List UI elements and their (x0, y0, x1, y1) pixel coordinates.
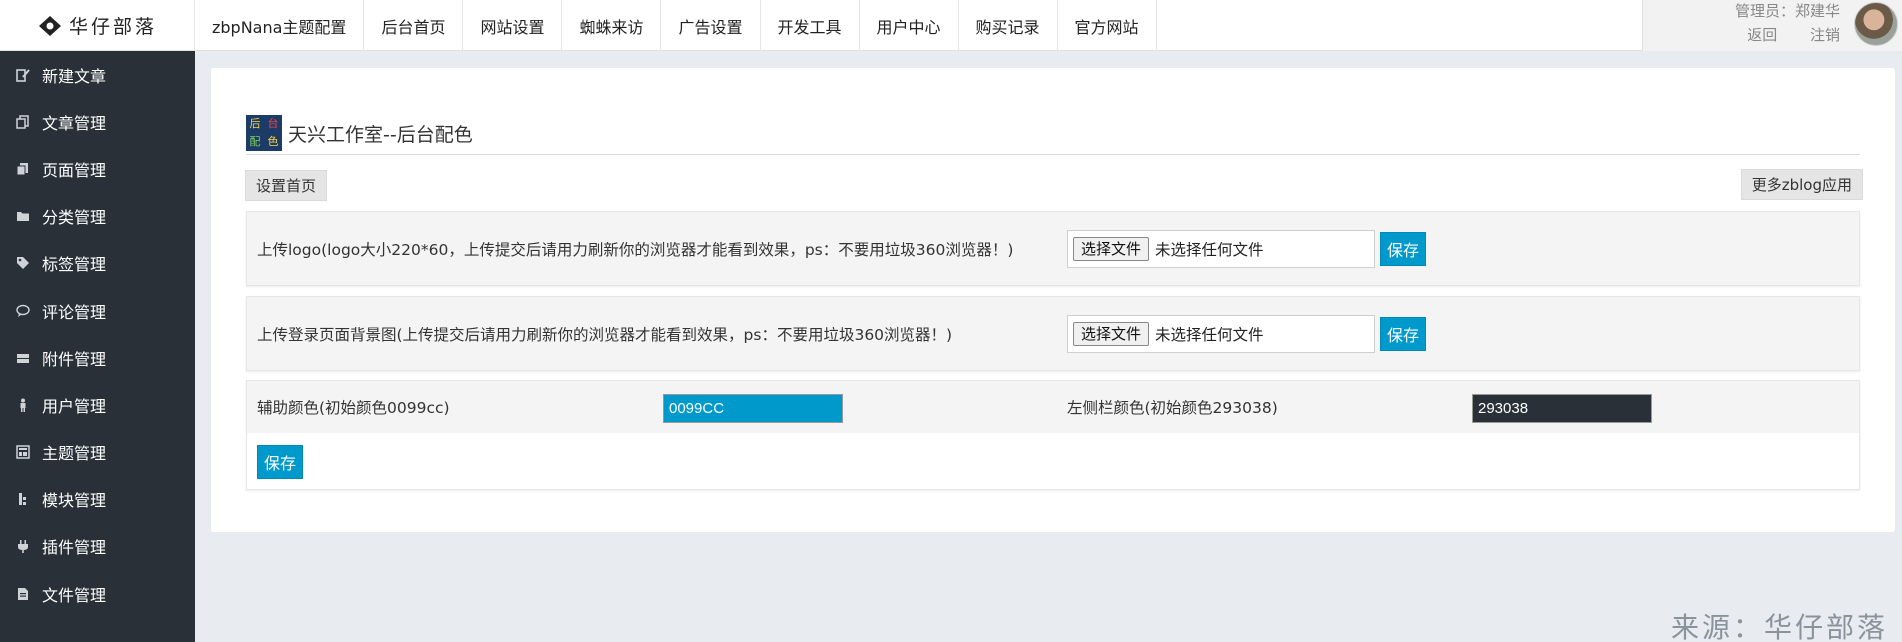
choose-file-button[interactable]: 选择文件 (1073, 321, 1150, 346)
sidebar-item-label: 主题管理 (42, 444, 107, 464)
studio-logo-char: 台 (267, 117, 279, 130)
nav-item-admin-home[interactable]: 后台首页 (364, 0, 464, 51)
save-logo-button[interactable]: 保存 (1380, 231, 1427, 266)
nav-item-dev-tools[interactable]: 开发工具 (761, 0, 860, 51)
edit-icon (16, 68, 30, 82)
save-colors-button[interactable]: 保存 (257, 445, 304, 479)
nav-item-ad-settings[interactable]: 广告设置 (661, 0, 761, 51)
sidebar-item-label: 页面管理 (42, 160, 107, 180)
logo-text: 华仔部落 (68, 16, 157, 38)
sidebar-color-input[interactable]: 293038 (1472, 394, 1652, 423)
upload-logo-label: 上传logo(logo大小220*60，上传提交后请用力刷新你的浏览器才能看到效… (257, 240, 1014, 259)
studio-logo-char: 后 (249, 117, 261, 130)
nav-item-spider-visits[interactable]: 蜘蛛来访 (562, 0, 662, 51)
sidebar-item-label: 模块管理 (42, 491, 107, 511)
sidebar-item-category-manage[interactable]: 分类管理 (0, 193, 195, 240)
documents-icon (16, 115, 30, 129)
sidebar-item-attachment-manage[interactable]: 附件管理 (0, 334, 195, 381)
back-link[interactable]: 返回 (1747, 26, 1777, 44)
bg-file-input[interactable]: 选择文件 未选择任何文件 (1067, 314, 1375, 353)
upload-logo-card: 上传logo(logo大小220*60，上传提交后请用力刷新你的浏览器才能看到效… (246, 211, 1860, 286)
sidebar-item-module-manage[interactable]: 模块管理 (0, 476, 195, 523)
top-nav: zbpNana主题配置 后台首页 网站设置 蜘蛛来访 广告设置 开发工具 用户中… (195, 0, 1157, 51)
sidebar-item-label: 文章管理 (42, 113, 107, 133)
sidebar-item-label: 新建文章 (42, 66, 107, 86)
color-row: 辅助颜色(初始颜色0099cc) 0099CC 左侧栏颜色(初始颜色293038… (247, 381, 1859, 433)
studio-logo: 后 台 配 色 (246, 115, 282, 151)
plugin-icon (16, 539, 30, 554)
hdd-icon (16, 351, 30, 365)
more-zblog-apps-button[interactable]: 更多zblog应用 (1740, 169, 1863, 200)
file-status: 未选择任何文件 (1155, 240, 1264, 259)
user-area: 管理员：郑建华 返回 注销 (1642, 0, 1902, 51)
admin-label: 管理员：郑建华 (1734, 2, 1840, 20)
upload-bg-label: 上传登录页面背景图(上传提交后请用力刷新你的浏览器才能看到效果，ps：不要用垃圾… (257, 325, 953, 344)
aux-color-input[interactable]: 0099CC (663, 394, 843, 423)
color-settings-card: 辅助颜色(初始颜色0099cc) 0099CC 左侧栏颜色(初始颜色293038… (246, 380, 1860, 490)
avatar[interactable] (1854, 2, 1898, 46)
module-icon (16, 492, 30, 506)
sidebar-item-file-manage[interactable]: 文件管理 (0, 570, 195, 617)
sidebar-item-article-manage[interactable]: 文章管理 (0, 98, 195, 145)
studio-logo-char: 配 (249, 135, 261, 148)
logout-link[interactable]: 注销 (1810, 26, 1840, 44)
settings-home-button[interactable]: 设置首页 (245, 170, 328, 201)
folder-icon (16, 209, 30, 223)
sidebar-item-comment-manage[interactable]: 评论管理 (0, 287, 195, 334)
studio-logo-char: 色 (267, 135, 279, 148)
sidebar-item-new-article[interactable]: 新建文章 (0, 51, 195, 98)
page-title: 天兴工作室--后台配色 (288, 123, 473, 146)
nav-item-purchase-records[interactable]: 购买记录 (959, 0, 1058, 51)
sidebar-item-label: 文件管理 (42, 585, 107, 605)
nav-item-user-center[interactable]: 用户中心 (860, 0, 959, 51)
tag-icon (16, 256, 30, 270)
sidebar-color-label: 左侧栏颜色(初始颜色293038) (1067, 399, 1278, 417)
sidebar-item-label: 标签管理 (42, 255, 107, 275)
file-icon (16, 587, 30, 601)
sidebar-item-theme-manage[interactable]: 主题管理 (0, 429, 195, 476)
nav-item-official-site[interactable]: 官方网站 (1058, 0, 1157, 51)
aux-color-label: 辅助颜色(初始颜色0099cc) (257, 399, 450, 417)
sidebar: 新建文章 文章管理 页面管理 分类管理 标签管理 评论管理 附件管理 用户管理 … (0, 51, 195, 642)
page-header: 后 台 配 色 天兴工作室--后台配色 (246, 112, 1860, 155)
choose-file-button[interactable]: 选择文件 (1073, 236, 1150, 261)
brand-logo[interactable]: 华仔部落 (0, 0, 195, 51)
logo-file-input[interactable]: 选择文件 未选择任何文件 (1067, 229, 1375, 268)
sidebar-item-tag-manage[interactable]: 标签管理 (0, 240, 195, 287)
logo-diamond-icon (37, 13, 63, 39)
nav-item-theme-config[interactable]: zbpNana主题配置 (195, 0, 365, 51)
pages-icon (16, 162, 30, 176)
upload-bg-card: 上传登录页面背景图(上传提交后请用力刷新你的浏览器才能看到效果，ps：不要用垃圾… (246, 296, 1860, 371)
comment-icon (16, 304, 30, 318)
sidebar-item-plugin-manage[interactable]: 插件管理 (0, 523, 195, 570)
theme-icon (16, 445, 30, 459)
top-bar: 华仔部落 zbpNana主题配置 后台首页 网站设置 蜘蛛来访 广告设置 开发工… (0, 0, 1902, 51)
sidebar-item-label: 附件管理 (42, 349, 107, 369)
watermark: 来源：华仔部落 (1670, 611, 1888, 642)
sidebar-item-label: 评论管理 (42, 302, 107, 322)
sidebar-item-user-manage[interactable]: 用户管理 (0, 381, 195, 428)
sidebar-item-page-manage[interactable]: 页面管理 (0, 145, 195, 192)
main-panel: 后 台 配 色 天兴工作室--后台配色 设置首页 更多zblog应用 上传log… (211, 68, 1895, 532)
sidebar-item-label: 插件管理 (42, 538, 107, 558)
sidebar-item-label: 分类管理 (42, 208, 107, 228)
sidebar-item-label: 用户管理 (42, 396, 107, 416)
user-icon (16, 398, 30, 412)
file-status: 未选择任何文件 (1155, 325, 1264, 344)
nav-item-site-settings[interactable]: 网站设置 (463, 0, 563, 51)
save-bg-button[interactable]: 保存 (1380, 316, 1427, 351)
user-links: 返回 注销 (1719, 24, 1840, 45)
